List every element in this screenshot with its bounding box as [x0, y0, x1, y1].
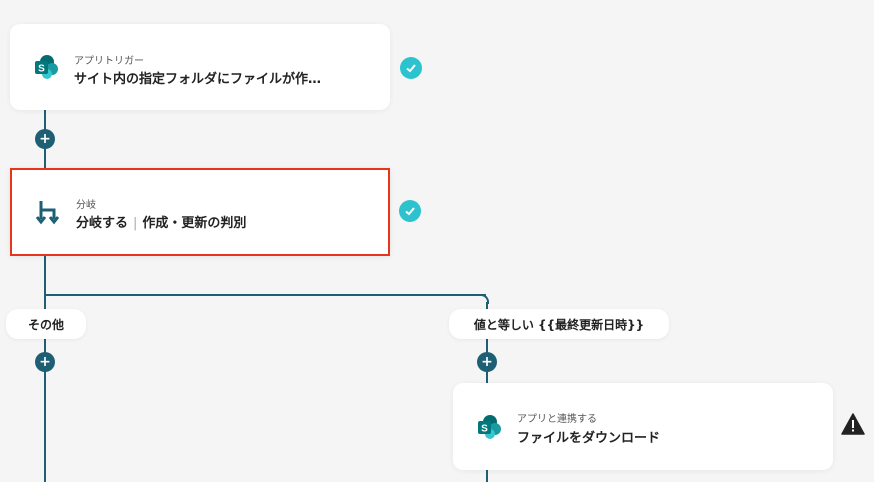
- trigger-label: アプリトリガー: [74, 56, 144, 67]
- branch-icon: [34, 198, 62, 226]
- plus-icon: +: [39, 131, 51, 147]
- svg-text:S: S: [481, 423, 488, 434]
- svg-text:S: S: [38, 64, 45, 75]
- add-step-button-1[interactable]: +: [35, 129, 55, 149]
- download-label: アプリと連携する: [517, 414, 597, 425]
- title-separator: |: [133, 216, 138, 231]
- add-step-button-left[interactable]: +: [35, 352, 55, 372]
- download-title: ファイルをダウンロード: [517, 431, 661, 446]
- branch-title-main: 分岐する: [76, 216, 129, 231]
- check-icon: [400, 57, 422, 79]
- check-icon: [399, 200, 421, 222]
- plus-icon: +: [39, 354, 51, 370]
- warning-icon: [841, 413, 865, 435]
- branch-left-label[interactable]: その他: [6, 309, 86, 339]
- branch-right-label[interactable]: 値と等しい {{最終更新日時}}: [449, 309, 669, 339]
- connector-right-bottom: [486, 470, 488, 482]
- branch-title: 分岐する | 作成・更新の判別: [76, 212, 246, 231]
- plus-icon: +: [481, 354, 493, 370]
- sharepoint-icon: S: [32, 53, 60, 81]
- add-step-button-right[interactable]: +: [477, 352, 497, 372]
- connector-horizontal: [44, 294, 486, 296]
- trigger-card[interactable]: S アプリトリガー サイト内の指定フォルダにファイルが作…: [10, 24, 390, 110]
- trigger-title: サイト内の指定フォルダにファイルが作…: [74, 72, 322, 87]
- branch-title-sub: 作成・更新の判別: [142, 216, 247, 231]
- download-card[interactable]: S アプリと連携する ファイルをダウンロード: [453, 383, 833, 470]
- branch-card[interactable]: 分岐 分岐する | 作成・更新の判別: [10, 168, 390, 256]
- sharepoint-icon: S: [475, 413, 503, 441]
- branch-label: 分岐: [76, 200, 96, 211]
